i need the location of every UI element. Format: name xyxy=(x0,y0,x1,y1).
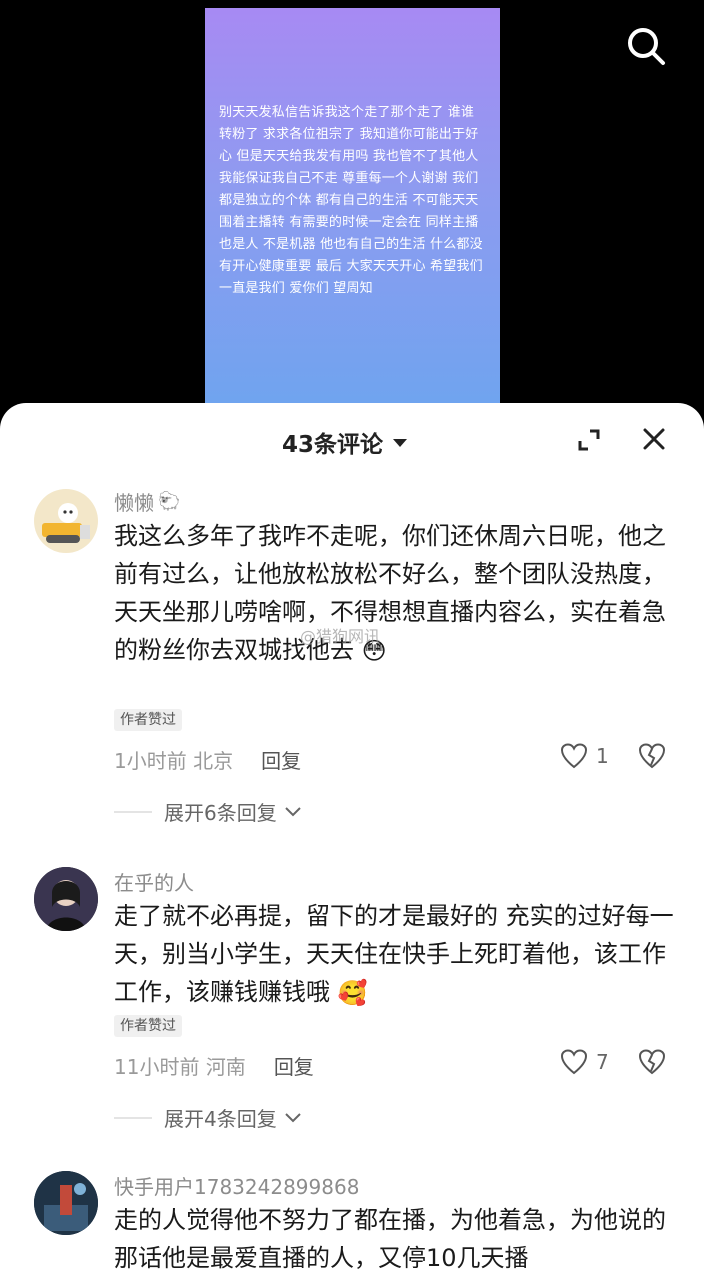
comment-username[interactable]: 快手用户1783242899868 xyxy=(114,1171,359,1200)
bulldozer-sheep-icon xyxy=(42,503,90,543)
comment-body: 走的人觉得他不努力了都在播，为他着急，为他说的那话他是最爱直播的人，又停10几天… xyxy=(114,1206,666,1272)
expand-replies-button[interactable]: 展开6条回复 xyxy=(114,797,303,826)
avatar[interactable] xyxy=(34,489,98,553)
comment-meta: 11小时前 河南 回复 xyxy=(114,1051,314,1080)
video-player[interactable]: 别天天发私信告诉我这个走了那个走了 谁谁转粉了 求求各位祖宗了 我知道你可能出于… xyxy=(205,8,500,408)
comment-body: 我这么多年了我咋不走呢，你们还休周六日呢，他之前有过么，让他放松放松不好么，整个… xyxy=(114,522,666,664)
avatar[interactable] xyxy=(34,1171,98,1235)
expand-replies-label: 展开4条回复 xyxy=(164,1107,277,1131)
comments-header: 43条评论 xyxy=(0,403,704,477)
comment-count-dropdown[interactable]: 43条评论 xyxy=(282,425,408,459)
watermark: @猎狗网讯 xyxy=(300,627,381,646)
comment-text: 走了就不必再提，留下的才是最好的 充实的过好每一天，别当小学生，天天住在快手上死… xyxy=(114,897,674,1012)
comment-meta: 1小时前 北京 回复 xyxy=(114,745,301,774)
avatar[interactable] xyxy=(34,867,98,931)
user-avatar-icon xyxy=(34,1171,98,1235)
comment-time: 1小时前 北京 xyxy=(114,745,233,774)
username-text: 在乎的人 xyxy=(114,871,194,895)
chevron-down-icon xyxy=(285,1112,301,1122)
comment-body: 走了就不必再提，留下的才是最好的 充实的过好每一天，别当小学生，天天住在快手上死… xyxy=(114,902,674,1006)
heart-icon xyxy=(560,1049,588,1075)
video-area: 别天天发私信告诉我这个走了那个走了 谁谁转粉了 求求各位祖宗了 我知道你可能出于… xyxy=(0,0,704,420)
comment-time: 11小时前 河南 xyxy=(114,1051,246,1080)
author-liked-badge: 作者赞过 xyxy=(114,1015,182,1037)
expand-replies-button[interactable]: 展开4条回复 xyxy=(114,1103,303,1132)
comment-username[interactable]: 懒懒 🐑 xyxy=(114,487,180,516)
expand-replies-label: 展开6条回复 xyxy=(164,801,277,825)
close-icon[interactable] xyxy=(640,425,668,453)
comment-text: 走的人觉得他不努力了都在播，为他着急，为他说的那话他是最爱直播的人，又停10几天… xyxy=(114,1201,674,1277)
heart-icon xyxy=(560,743,588,769)
time-text: 11小时前 xyxy=(114,1055,200,1079)
comment-username[interactable]: 在乎的人 xyxy=(114,867,194,896)
comment-count-label: 43条评论 xyxy=(282,432,384,458)
comments-sheet: 43条评论 懒懒 🐑 我这么多年了我咋不走呢，你们还休周六日呢，他之前有过么，让… xyxy=(0,403,704,1280)
user-portrait-icon xyxy=(34,867,98,931)
divider-line xyxy=(114,810,152,813)
chevron-down-icon xyxy=(285,806,301,816)
like-count: 7 xyxy=(596,1050,609,1074)
reply-button[interactable]: 回复 xyxy=(261,745,301,774)
username-text: 懒懒 xyxy=(114,491,154,515)
like-button[interactable]: 1 xyxy=(560,743,609,769)
expand-icon[interactable] xyxy=(576,427,602,453)
hug-emoji-icon: 🥰 xyxy=(337,979,368,1007)
comment-text: 我这么多年了我咋不走呢，你们还休周六日呢，他之前有过么，让他放松放松不好么，整个… xyxy=(114,517,674,670)
username-text: 快手用户1783242899868 xyxy=(114,1175,360,1199)
reply-button[interactable]: 回复 xyxy=(274,1051,314,1080)
like-count: 1 xyxy=(596,744,609,768)
video-overlay-text: 别天天发私信告诉我这个走了那个走了 谁谁转粉了 求求各位祖宗了 我知道你可能出于… xyxy=(219,105,483,296)
divider-line xyxy=(114,1116,152,1119)
caret-down-icon xyxy=(393,439,408,447)
broken-heart-icon[interactable] xyxy=(638,743,666,769)
location-text: 北京 xyxy=(193,749,234,773)
author-liked-badge: 作者赞过 xyxy=(114,709,182,731)
like-button[interactable]: 7 xyxy=(560,1049,609,1075)
search-icon[interactable] xyxy=(624,24,668,68)
time-text: 1小时前 xyxy=(114,749,187,773)
broken-heart-icon[interactable] xyxy=(638,1049,666,1075)
sheep-icon: 🐑 xyxy=(158,491,181,512)
location-text: 河南 xyxy=(205,1055,246,1079)
